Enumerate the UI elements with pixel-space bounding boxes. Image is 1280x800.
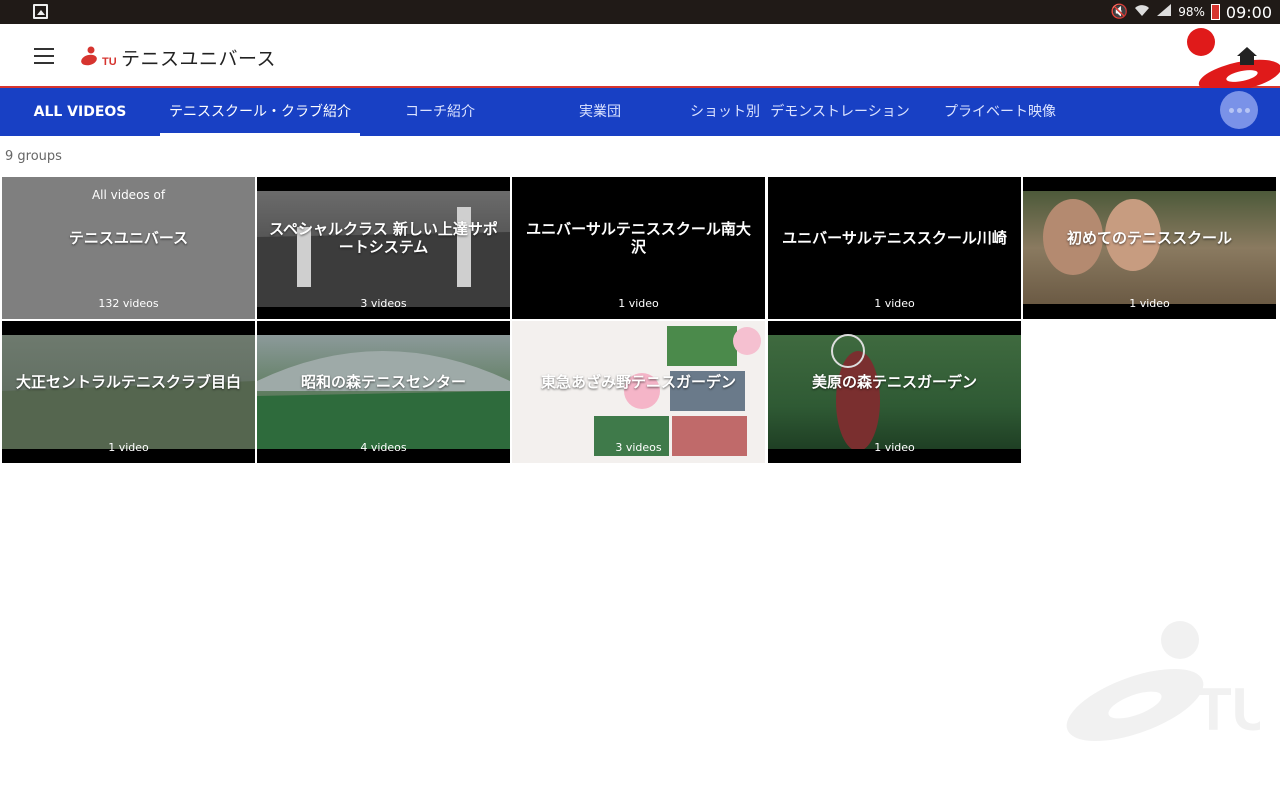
tab-private-videos[interactable]: プライベート映像 [920, 88, 1080, 136]
svg-text:TU: TU [1195, 676, 1260, 743]
group-tile-count: 1 video [874, 441, 915, 454]
tab-coach[interactable]: コーチ紹介 [360, 88, 520, 136]
status-bar: 🔇 98% 09:00 [0, 0, 1280, 24]
brand-corner-graphic [1180, 24, 1280, 88]
wifi-icon [1134, 3, 1150, 21]
group-tile-count: 1 video [618, 297, 659, 310]
tab-demonstration[interactable]: デモンストレーション [770, 88, 910, 136]
tennis-universe-logo-icon: TU [81, 46, 116, 67]
signal-icon [1156, 3, 1172, 21]
group-tile[interactable]: 初めてのテニススクール 1 video [1023, 177, 1276, 319]
group-tile-count: 3 videos [360, 297, 407, 310]
group-tile-count: 3 videos [615, 441, 662, 454]
battery-percent: 98% [1178, 5, 1205, 19]
gallery-notification-icon [33, 4, 48, 19]
tab-tennis-school-club[interactable]: テニススクール・クラブ紹介 [160, 88, 360, 136]
group-tile-count: 1 video [108, 441, 149, 454]
tab-corporate-team[interactable]: 実業団 [520, 88, 680, 136]
hamburger-menu-icon[interactable] [34, 48, 54, 64]
battery-icon [1210, 4, 1220, 20]
more-options-button[interactable] [1220, 91, 1258, 129]
mute-icon: 🔇 [1110, 4, 1129, 20]
tab-all-videos[interactable]: ALL VIDEOS [0, 88, 160, 136]
group-tile-count: 4 videos [360, 441, 407, 454]
group-tile-count: 1 video [874, 297, 915, 310]
group-tile[interactable]: 美原の森テニスガーデン 1 video [768, 321, 1021, 463]
group-tile[interactable]: ユニバーサルテニススクール南大沢 1 video [512, 177, 765, 319]
group-tile[interactable]: スペシャルクラス 新しい上達サポートシステム 3 videos [257, 177, 510, 319]
tab-by-shot[interactable]: ショット別 [680, 88, 770, 136]
app-bar: TU テニスユニバース [0, 24, 1280, 88]
status-icons: 🔇 98% 09:00 [1111, 0, 1272, 24]
svg-text:TU: TU [102, 56, 116, 67]
tennis-universe-watermark-logo-icon: TU [1066, 621, 1260, 743]
group-count: 9 groups [5, 149, 62, 164]
group-tile[interactable]: 昭和の森テニスセンター 4 videos [257, 321, 510, 463]
clock: 09:00 [1225, 2, 1272, 22]
group-tile-count: 132 videos [98, 297, 159, 310]
app-title: テニスユニバース [121, 48, 277, 70]
group-tile[interactable]: ユニバーサルテニススクール川崎 1 video [768, 177, 1021, 319]
category-tab-bar: ALL VIDEOS テニススクール・クラブ紹介 コーチ紹介 実業団 ショット別… [0, 88, 1280, 136]
group-tile[interactable]: 大正セントラルテニスクラブ目白 1 video [2, 321, 255, 463]
group-tile[interactable]: 東急あざみ野テニスガーデン 3 videos [512, 321, 765, 463]
group-tile-count: 1 video [1129, 297, 1170, 310]
home-icon[interactable] [1236, 46, 1258, 66]
group-tile[interactable]: All videos of テニスユニバース 132 videos [2, 177, 255, 319]
